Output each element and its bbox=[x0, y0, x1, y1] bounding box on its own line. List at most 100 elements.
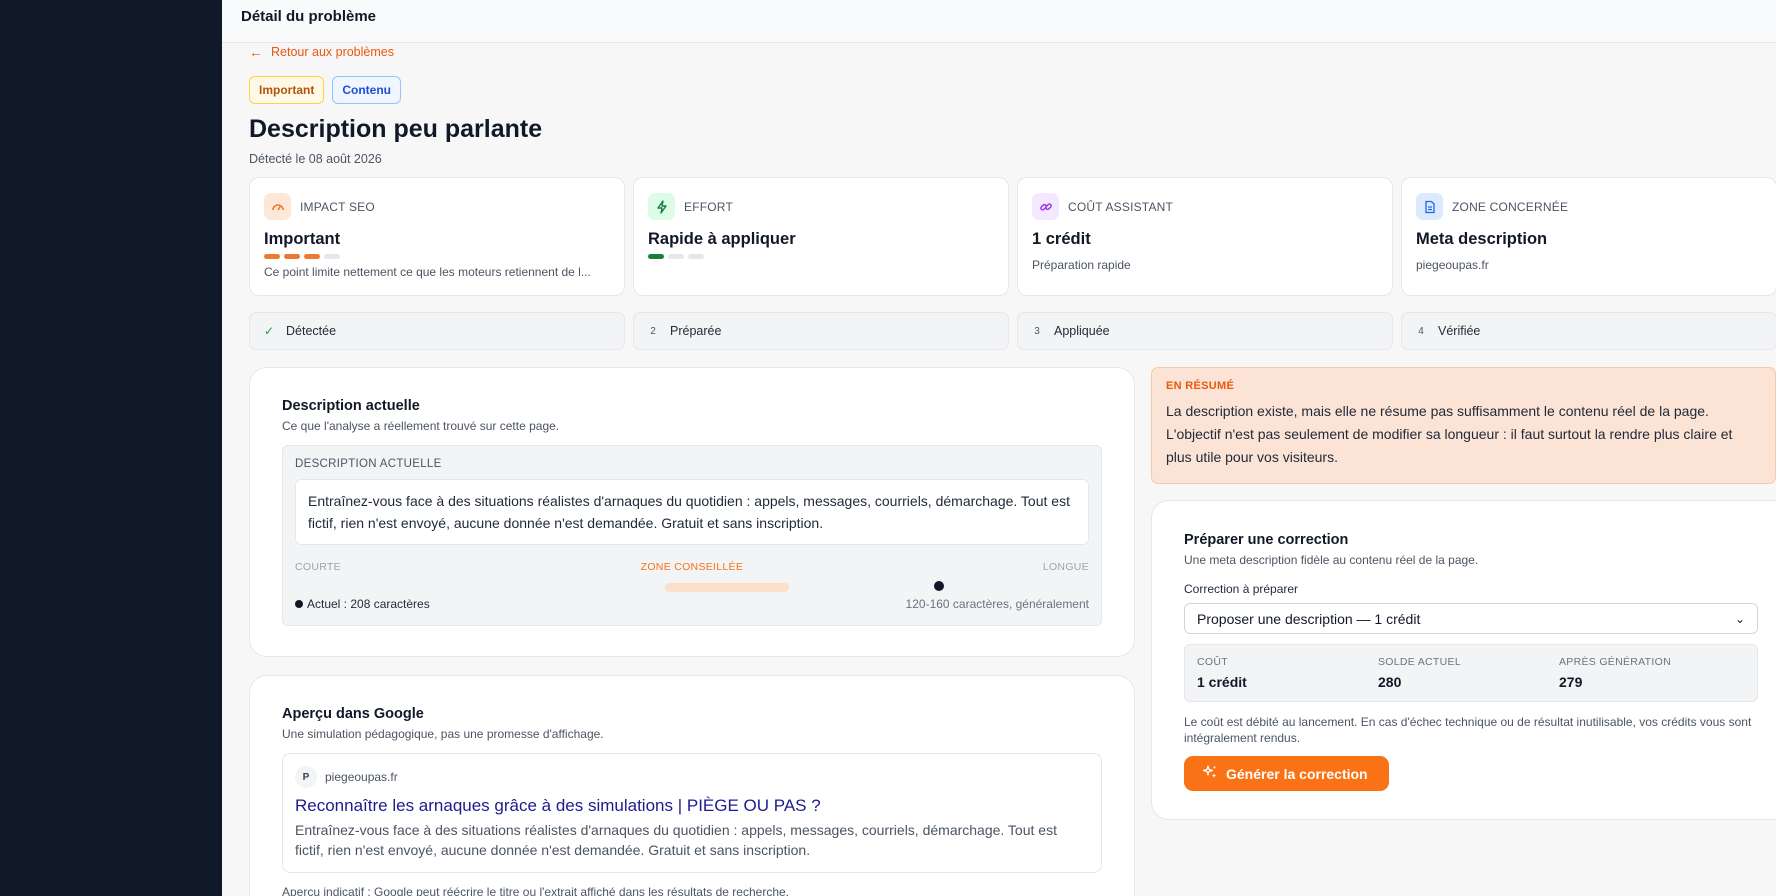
progress-steps: ✓ Détectée 2 Préparée 3 Appliquée 4 Véri… bbox=[249, 312, 1776, 350]
current-description-panel: Description actuelle Ce que l'analyse a … bbox=[249, 367, 1135, 657]
level-dot bbox=[688, 254, 704, 259]
generate-correction-button[interactable]: Générer la correction bbox=[1184, 756, 1389, 791]
app-sidebar bbox=[0, 0, 222, 896]
lightning-icon bbox=[648, 193, 675, 220]
result-snippet: Entraînez-vous face à des situations réa… bbox=[295, 822, 1057, 858]
level-dot bbox=[324, 254, 340, 259]
document-icon bbox=[1416, 193, 1443, 220]
arrow-left-icon: ← bbox=[249, 44, 263, 60]
card-label: IMPACT SEO bbox=[300, 199, 375, 214]
summary-box: EN RÉSUMÉ La description existe, mais el… bbox=[1151, 367, 1776, 484]
back-link-label: Retour aux problèmes bbox=[271, 45, 394, 59]
back-link[interactable]: ← Retour aux problèmes bbox=[249, 45, 1776, 59]
step-label: Détectée bbox=[286, 324, 337, 338]
card-value: Rapide à appliquer bbox=[648, 230, 796, 248]
chevron-down-icon: ⌄ bbox=[1734, 611, 1745, 626]
card-sub: Préparation rapide bbox=[1032, 258, 1131, 272]
after-column: APRÈS GÉNÉRATION 279 bbox=[1559, 656, 1740, 690]
link-icon bbox=[1032, 193, 1059, 220]
current-description-text: Entraînez-vous face à des situations réa… bbox=[295, 479, 1089, 545]
scale-short-label: COURTE bbox=[295, 561, 341, 573]
step-number: 4 bbox=[1418, 325, 1424, 337]
severity-badge: Important bbox=[249, 76, 325, 104]
summary-tag: EN RÉSUMÉ bbox=[1166, 380, 1235, 392]
balance-value: 280 bbox=[1378, 674, 1402, 690]
result-title: Reconnaître les arnaques grâce à des sim… bbox=[295, 796, 821, 815]
recommended-zone-bar bbox=[665, 583, 789, 592]
topbar: Détail du problème bbox=[222, 0, 1776, 43]
google-preview-panel: Aperçu dans Google Une simulation pédago… bbox=[249, 675, 1135, 896]
recommended-length: 120-160 caractères, généralement bbox=[905, 597, 1089, 611]
preview-note: Aperçu indicatif : Google peut réécrire … bbox=[282, 885, 789, 896]
card-value: Important bbox=[264, 230, 341, 248]
description-box: DESCRIPTION ACTUELLE Entraînez-vous face… bbox=[282, 445, 1102, 626]
page-header-title: Détail du problème bbox=[241, 8, 377, 25]
summary-text: La description existe, mais elle ne résu… bbox=[1166, 403, 1733, 465]
step-prepared: 2 Préparée bbox=[633, 312, 1009, 350]
card-label: EFFORT bbox=[684, 199, 733, 214]
length-counts: Actuel : 208 caractères 120-160 caractèr… bbox=[295, 597, 1089, 611]
step-detected: ✓ Détectée bbox=[249, 312, 625, 350]
google-result-box: P piegeoupas.fr Reconnaître les arnaques… bbox=[282, 753, 1102, 873]
panel-subtitle: Une meta description fidèle au contenu r… bbox=[1184, 553, 1479, 567]
selected-option: Proposer une description — 1 crédit bbox=[1197, 610, 1421, 627]
current-length-marker bbox=[934, 581, 944, 591]
panel-title: Préparer une correction bbox=[1184, 532, 1349, 548]
metric-cards: IMPACT SEO Important Ce point limite net… bbox=[249, 177, 1776, 296]
card-zone: ZONE CONCERNÉE Meta description piegeoup… bbox=[1401, 177, 1776, 296]
sparkles-icon bbox=[1202, 764, 1218, 783]
balance-label: SOLDE ACTUEL bbox=[1378, 656, 1461, 668]
category-badge: Contenu bbox=[332, 76, 401, 104]
length-scale-labels: COURTE ZONE CONSEILLÉE LONGUE bbox=[295, 561, 1089, 573]
after-label: APRÈS GÉNÉRATION bbox=[1559, 656, 1671, 668]
level-dot bbox=[668, 254, 684, 259]
level-dot bbox=[264, 254, 280, 259]
check-icon: ✓ bbox=[264, 324, 275, 338]
scale-long-label: LONGUE bbox=[1042, 561, 1089, 573]
credit-summary: COÛT 1 crédit SOLDE ACTUEL 280 APRÈS GÉN… bbox=[1184, 644, 1758, 702]
card-label: ZONE CONCERNÉE bbox=[1452, 199, 1569, 214]
step-label: Appliquée bbox=[1054, 324, 1110, 338]
card-value: 1 crédit bbox=[1032, 230, 1091, 248]
card-impact-seo: IMPACT SEO Important Ce point limite net… bbox=[249, 177, 625, 296]
step-label: Préparée bbox=[670, 324, 722, 338]
cost-note: Le coût est débité au lancement. En cas … bbox=[1184, 715, 1752, 745]
badge-row: Important Contenu bbox=[249, 76, 1776, 104]
card-sub: piegeoupas.fr bbox=[1416, 258, 1489, 272]
prepare-correction-panel: Préparer une correction Une meta descrip… bbox=[1151, 500, 1776, 820]
length-scale-track bbox=[295, 579, 1089, 593]
generate-button-label: Générer la correction bbox=[1226, 765, 1368, 782]
site-favicon: P bbox=[295, 766, 317, 788]
detected-date: Détecté le 08 août 2026 bbox=[249, 152, 382, 166]
cost-column: COÛT 1 crédit bbox=[1197, 656, 1378, 690]
correction-select[interactable]: Proposer une description — 1 crédit ⌄ bbox=[1184, 603, 1758, 634]
level-dot bbox=[304, 254, 320, 259]
page-title: Description peu parlante bbox=[249, 115, 543, 143]
card-effort: EFFORT Rapide à appliquer bbox=[633, 177, 1009, 296]
correction-select-label: Correction à préparer bbox=[1184, 582, 1299, 596]
card-value: Meta description bbox=[1416, 230, 1548, 248]
step-label: Vérifiée bbox=[1438, 324, 1481, 338]
card-cost: COÛT ASSISTANT 1 crédit Préparation rapi… bbox=[1017, 177, 1393, 296]
step-number: 3 bbox=[1034, 325, 1040, 337]
card-label: COÛT ASSISTANT bbox=[1068, 199, 1174, 214]
main-area: Détail du problème ← Retour aux problème… bbox=[222, 0, 1776, 896]
panel-subtitle: Une simulation pédagogique, pas une prom… bbox=[282, 727, 604, 741]
level-dot bbox=[284, 254, 300, 259]
panel-subtitle: Ce que l'analyse a réellement trouvé sur… bbox=[282, 419, 560, 433]
cost-value: 1 crédit bbox=[1197, 674, 1247, 690]
card-sub: Ce point limite nettement ce que les mot… bbox=[264, 265, 591, 279]
description-box-label: DESCRIPTION ACTUELLE bbox=[295, 458, 442, 470]
step-verified: 4 Vérifiée bbox=[1401, 312, 1776, 350]
impact-level-indicator bbox=[264, 254, 610, 259]
gauge-icon bbox=[264, 193, 291, 220]
cost-label: COÛT bbox=[1197, 656, 1228, 668]
current-length: Actuel : 208 caractères bbox=[295, 597, 430, 611]
step-number: 2 bbox=[650, 325, 656, 337]
effort-level-indicator bbox=[648, 254, 994, 259]
panel-title: Description actuelle bbox=[282, 398, 420, 414]
balance-column: SOLDE ACTUEL 280 bbox=[1378, 656, 1559, 690]
panel-title: Aperçu dans Google bbox=[282, 706, 424, 722]
step-applied: 3 Appliquée bbox=[1017, 312, 1393, 350]
content: ← Retour aux problèmes Important Contenu… bbox=[249, 43, 1776, 350]
